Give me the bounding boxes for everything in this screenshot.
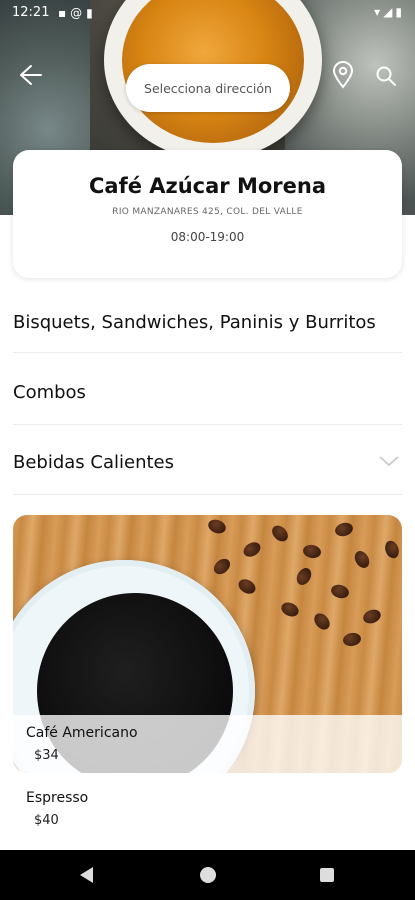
chevron-down-icon: [379, 456, 399, 467]
product-name: Café Americano: [26, 725, 138, 741]
battery-icon: ▮: [395, 5, 405, 19]
nav-home-icon[interactable]: [200, 867, 216, 883]
category-bisquets[interactable]: Bisquets, Sandwiches, Paninis y Burritos: [13, 300, 402, 353]
wifi-icon: ▾: [374, 5, 384, 19]
category-label: Combos: [13, 382, 86, 403]
store-hours: 08:00-19:00: [170, 230, 245, 244]
product-overlay: [13, 715, 402, 773]
product-price: $40: [34, 813, 59, 828]
signal-icon: ◢: [383, 5, 396, 19]
sd-card-icon: ▮: [86, 6, 97, 20]
at-icon: @: [70, 6, 87, 20]
address-selector[interactable]: Selecciona dirección: [126, 64, 290, 112]
location-button[interactable]: [328, 58, 358, 92]
product-price: $34: [34, 748, 59, 763]
location-pin-icon: [332, 61, 354, 89]
store-name: Café Azúcar Morena: [88, 174, 327, 198]
status-right-icons: ▾◢▮: [374, 5, 405, 19]
store-address: RIO MANZANARES 425, COL. DEL VALLE: [112, 207, 303, 217]
address-selector-label: Selecciona dirección: [144, 80, 272, 96]
status-bar: 12:21 ▪@▮ ▾◢▮: [0, 0, 415, 28]
category-label: Bisquets, Sandwiches, Paninis y Burritos: [13, 312, 376, 333]
category-label: Bebidas Calientes: [13, 452, 174, 473]
status-time: 12:21: [12, 5, 50, 20]
product-card-cafe-americano[interactable]: Café Americano $34: [13, 515, 402, 773]
nav-back-icon[interactable]: [80, 867, 93, 883]
search-button[interactable]: [372, 62, 400, 90]
category-bebidas-calientes[interactable]: Bebidas Calientes: [13, 432, 402, 495]
product-card-espresso[interactable]: Espresso $40: [13, 785, 402, 845]
android-nav-bar: [0, 850, 415, 900]
back-arrow-icon: [20, 65, 42, 85]
nav-recents-icon[interactable]: [320, 868, 334, 882]
status-left-icons: ▪@▮: [58, 6, 97, 20]
store-info-card: Café Azúcar Morena RIO MANZANARES 425, C…: [13, 150, 402, 278]
sim-icon: ▪: [58, 6, 71, 20]
search-icon: [376, 66, 396, 86]
back-button[interactable]: [14, 60, 48, 90]
category-combos[interactable]: Combos: [13, 362, 402, 425]
product-name: Espresso: [26, 790, 89, 806]
